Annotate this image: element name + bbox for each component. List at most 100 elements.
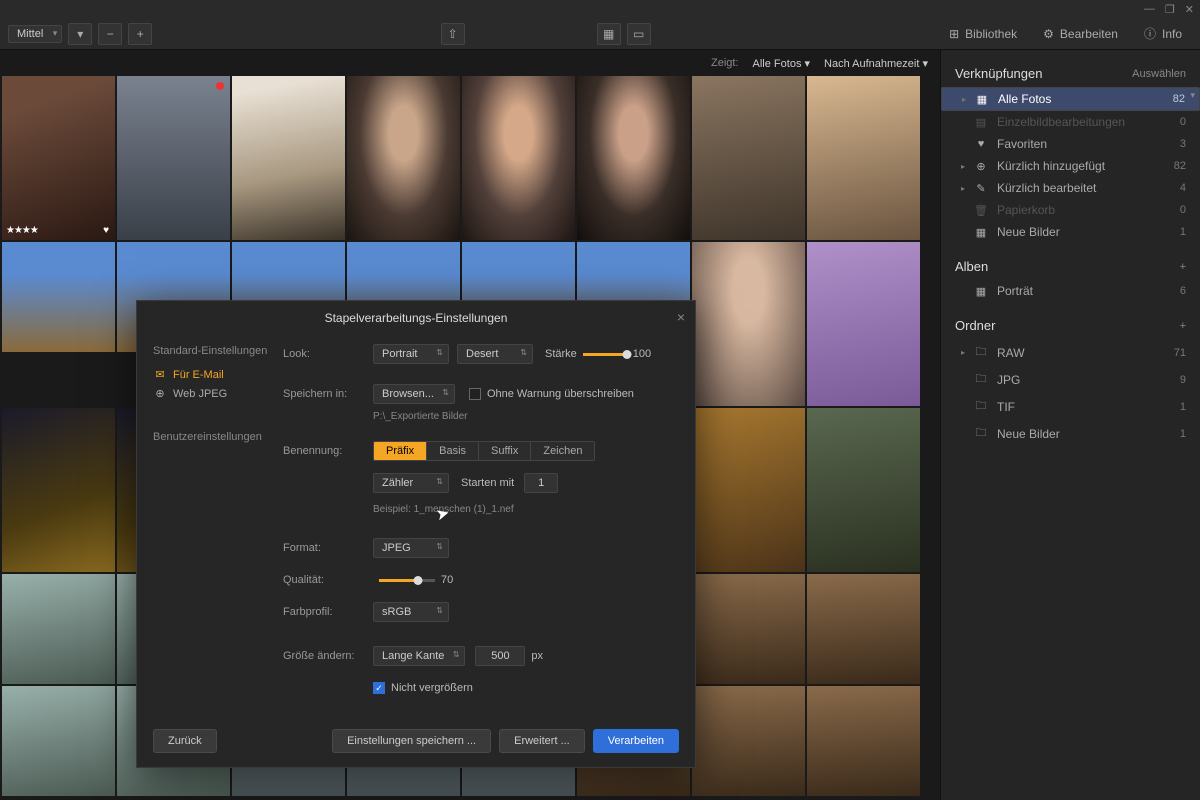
back-button[interactable]: Zurück <box>153 729 217 753</box>
grid-view-icon[interactable]: ▦ <box>597 23 621 45</box>
preset-email[interactable]: ✉Für E-Mail <box>153 365 271 384</box>
maximize-button[interactable]: ❐ <box>1165 3 1175 16</box>
sidebar-item[interactable]: 🗀TIF1 <box>941 393 1200 420</box>
thumbnail[interactable] <box>807 574 920 684</box>
naming-base[interactable]: Basis <box>427 442 479 460</box>
browse-button[interactable]: Browsen... <box>373 384 455 404</box>
look-label: Look: <box>283 348 373 360</box>
thumbnail[interactable] <box>462 76 575 240</box>
shows-filter[interactable]: Alle Fotos ▾ <box>753 57 811 70</box>
item-icon: 🗑 <box>973 204 989 217</box>
overwrite-label: Ohne Warnung überschreiben <box>487 388 634 400</box>
sort-filter[interactable]: Nach Aufnahmezeit ▾ <box>824 57 928 70</box>
naming-example: Beispiel: 1_menschen (1)_1.nef <box>373 504 677 515</box>
single-view-icon[interactable]: ▭ <box>627 23 651 45</box>
counter-select[interactable]: Zähler <box>373 473 449 493</box>
thumbnail[interactable] <box>2 574 115 684</box>
tab-info[interactable]: ⓘInfo <box>1134 21 1192 46</box>
thumbnail[interactable] <box>692 686 805 796</box>
export-icon[interactable]: ⇧ <box>441 23 465 45</box>
thumbnail[interactable] <box>692 574 805 684</box>
naming-segment[interactable]: Präfix Basis Suffix Zeichen <box>373 441 595 461</box>
sidebar-item[interactable]: 🗀JPG9 <box>941 366 1200 393</box>
thumbnail[interactable] <box>347 76 460 240</box>
item-icon: ▤ <box>973 116 989 129</box>
sidebar-item[interactable]: ▤Einzelbildbearbeitungen0 <box>941 111 1200 133</box>
thumbnail[interactable] <box>692 242 805 406</box>
colorprofile-select[interactable]: sRGB <box>373 602 449 622</box>
item-count: 1 <box>1180 226 1186 238</box>
flag-indicator <box>216 82 224 90</box>
item-label: Favoriten <box>997 137 1180 151</box>
item-icon: ♥ <box>973 138 989 150</box>
thumbnail[interactable] <box>692 76 805 240</box>
format-select[interactable]: JPEG <box>373 538 449 558</box>
filter-bar: Zeigt: Alle Fotos ▾ Nach Aufnahmezeit ▾ <box>0 50 940 76</box>
sidebar-item[interactable]: ♥ Favoriten3 <box>941 133 1200 155</box>
thumbnail[interactable] <box>577 76 690 240</box>
resize-px-input[interactable] <box>475 646 525 666</box>
resize-mode-select[interactable]: Lange Kante <box>373 646 465 666</box>
preset-webjpeg[interactable]: ⊕Web JPEG <box>153 384 271 403</box>
add-folder-button[interactable]: + <box>1180 320 1186 332</box>
dialog-title: Stapelverarbeitungs-Einstellungen × <box>137 301 695 333</box>
thumbnail[interactable]: ★★★★♥ <box>2 76 115 240</box>
thumbnail[interactable] <box>807 76 920 240</box>
naming-chars[interactable]: Zeichen <box>531 442 594 460</box>
thumbnail[interactable] <box>232 76 345 240</box>
add-album-button[interactable]: + <box>1180 261 1186 273</box>
thumbnail[interactable] <box>807 408 920 572</box>
look-preset-select[interactable]: Portrait <box>373 344 449 364</box>
overwrite-checkbox[interactable] <box>469 388 481 400</box>
naming-label: Benennung: <box>283 445 373 457</box>
item-count: 3 <box>1180 138 1186 150</box>
sidebar-item[interactable]: 🗑Papierkorb0 <box>941 199 1200 221</box>
zoom-in-button[interactable]: + <box>128 23 152 45</box>
close-window-button[interactable]: ✕ <box>1185 3 1194 16</box>
item-count: 6 <box>1180 285 1186 297</box>
sidebar-item[interactable]: 🗀Neue Bilder1 <box>941 420 1200 447</box>
look-variant-select[interactable]: Desert <box>457 344 533 364</box>
thumbnail[interactable] <box>2 408 115 572</box>
item-icon: ⊕ <box>973 160 989 173</box>
sidebar-item[interactable]: ▸🗀RAW71 <box>941 339 1200 366</box>
minimize-button[interactable]: — <box>1144 3 1155 15</box>
sidebar-item[interactable]: ▸✎Kürzlich bearbeitet4 <box>941 177 1200 199</box>
right-sidebar: Verknüpfungen Auswählen ▸▦Alle Fotos82▤E… <box>940 50 1200 800</box>
thumbnail[interactable] <box>807 242 920 406</box>
item-icon: ▦ <box>973 285 989 298</box>
main-toolbar: Mittel ▾ − + ⇧ ▦ ▭ ⊞Bibliothek ⚙Bearbeit… <box>0 18 1200 50</box>
strength-slider[interactable] <box>583 353 627 356</box>
item-count: 1 <box>1180 428 1186 440</box>
thumbnail[interactable] <box>692 408 805 572</box>
thumbnail[interactable] <box>2 242 115 352</box>
tab-library[interactable]: ⊞Bibliothek <box>939 23 1027 45</box>
chevron-down-icon[interactable]: ▾ <box>68 23 92 45</box>
naming-suffix[interactable]: Suffix <box>479 442 531 460</box>
close-icon[interactable]: × <box>677 309 685 325</box>
noenlarge-checkbox[interactable]: ✓ <box>373 682 385 694</box>
startwith-label: Starten mit <box>461 477 514 489</box>
links-select-action[interactable]: Auswählen <box>1132 68 1186 80</box>
save-preset-button[interactable]: Einstellungen speichern ... <box>332 729 491 753</box>
quality-slider[interactable] <box>379 579 435 582</box>
sidebar-item[interactable]: ▦Porträt6 <box>941 280 1200 302</box>
sidebar-item[interactable]: ▸▦Alle Fotos82 <box>941 87 1200 111</box>
zoom-select[interactable]: Mittel <box>8 25 62 43</box>
startwith-input[interactable] <box>524 473 558 493</box>
sidebar-item[interactable]: ▸⊕Kürzlich hinzugefügt82 <box>941 155 1200 177</box>
advanced-button[interactable]: Erweitert ... <box>499 729 585 753</box>
item-icon: 🗀 <box>973 370 989 389</box>
sidebar-item[interactable]: ▦Neue Bilder1 <box>941 221 1200 243</box>
thumbnail[interactable] <box>807 686 920 796</box>
process-button[interactable]: Verarbeiten <box>593 729 679 753</box>
quality-label: Qualität: <box>283 574 373 586</box>
naming-prefix[interactable]: Präfix <box>374 442 427 460</box>
zoom-out-button[interactable]: − <box>98 23 122 45</box>
albums-header: Alben <box>955 259 988 274</box>
thumbnail[interactable] <box>2 686 115 796</box>
tab-edit[interactable]: ⚙Bearbeiten <box>1033 23 1128 45</box>
item-label: Neue Bilder <box>997 225 1180 239</box>
thumbnail[interactable] <box>117 76 230 240</box>
item-label: RAW <box>997 346 1174 360</box>
